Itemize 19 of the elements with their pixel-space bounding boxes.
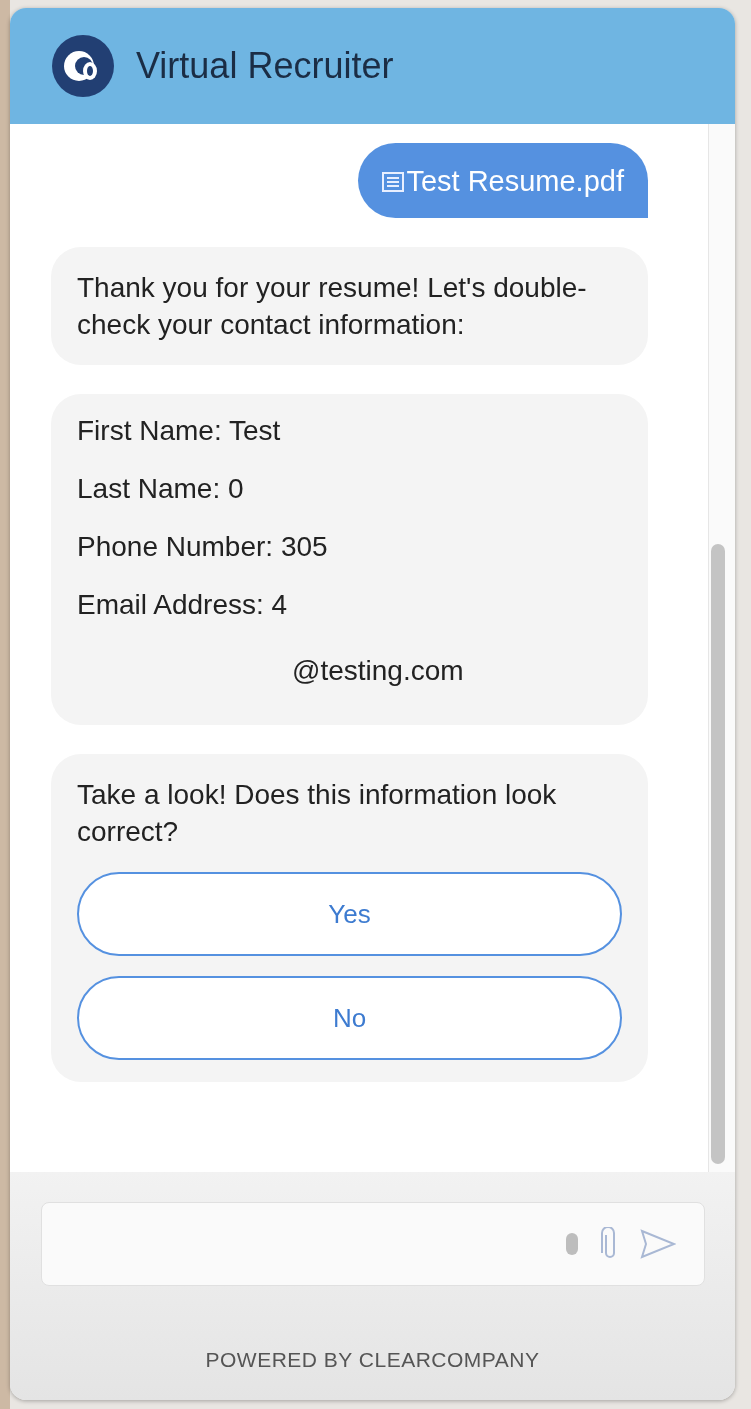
bot-message: Thank you for your resume! Let's double-check your contact information: [51, 247, 648, 365]
file-name: Test Resume.pdf [406, 165, 624, 198]
option-button[interactable]: Yes [77, 872, 622, 956]
microphone-icon[interactable] [563, 1231, 580, 1257]
file-message-bubble[interactable]: Test Resume.pdf [358, 143, 648, 218]
option-button[interactable]: No [77, 976, 622, 1060]
contact-field-text: Phone Number: 305 [77, 530, 329, 564]
logo-icon [52, 35, 114, 97]
contact-field-text: First Name: Test [77, 414, 282, 448]
contact-field-text: Email Address: 4 [77, 588, 289, 622]
contact-field-text: @testing.com [291, 654, 465, 688]
bot-question: Take a look! Does this information look correct? [77, 778, 558, 849]
scrollbar-thumb[interactable] [711, 544, 725, 1164]
contact-field-text: Last Name: 0 [77, 472, 245, 506]
send-icon[interactable] [639, 1229, 676, 1259]
chat-title: Virtual Recruiter [136, 45, 394, 87]
document-icon [382, 170, 405, 193]
message-input-field[interactable] [40, 1202, 705, 1286]
powered-by-text: POWERED BY CLEARCOMPANY [205, 1348, 540, 1372]
